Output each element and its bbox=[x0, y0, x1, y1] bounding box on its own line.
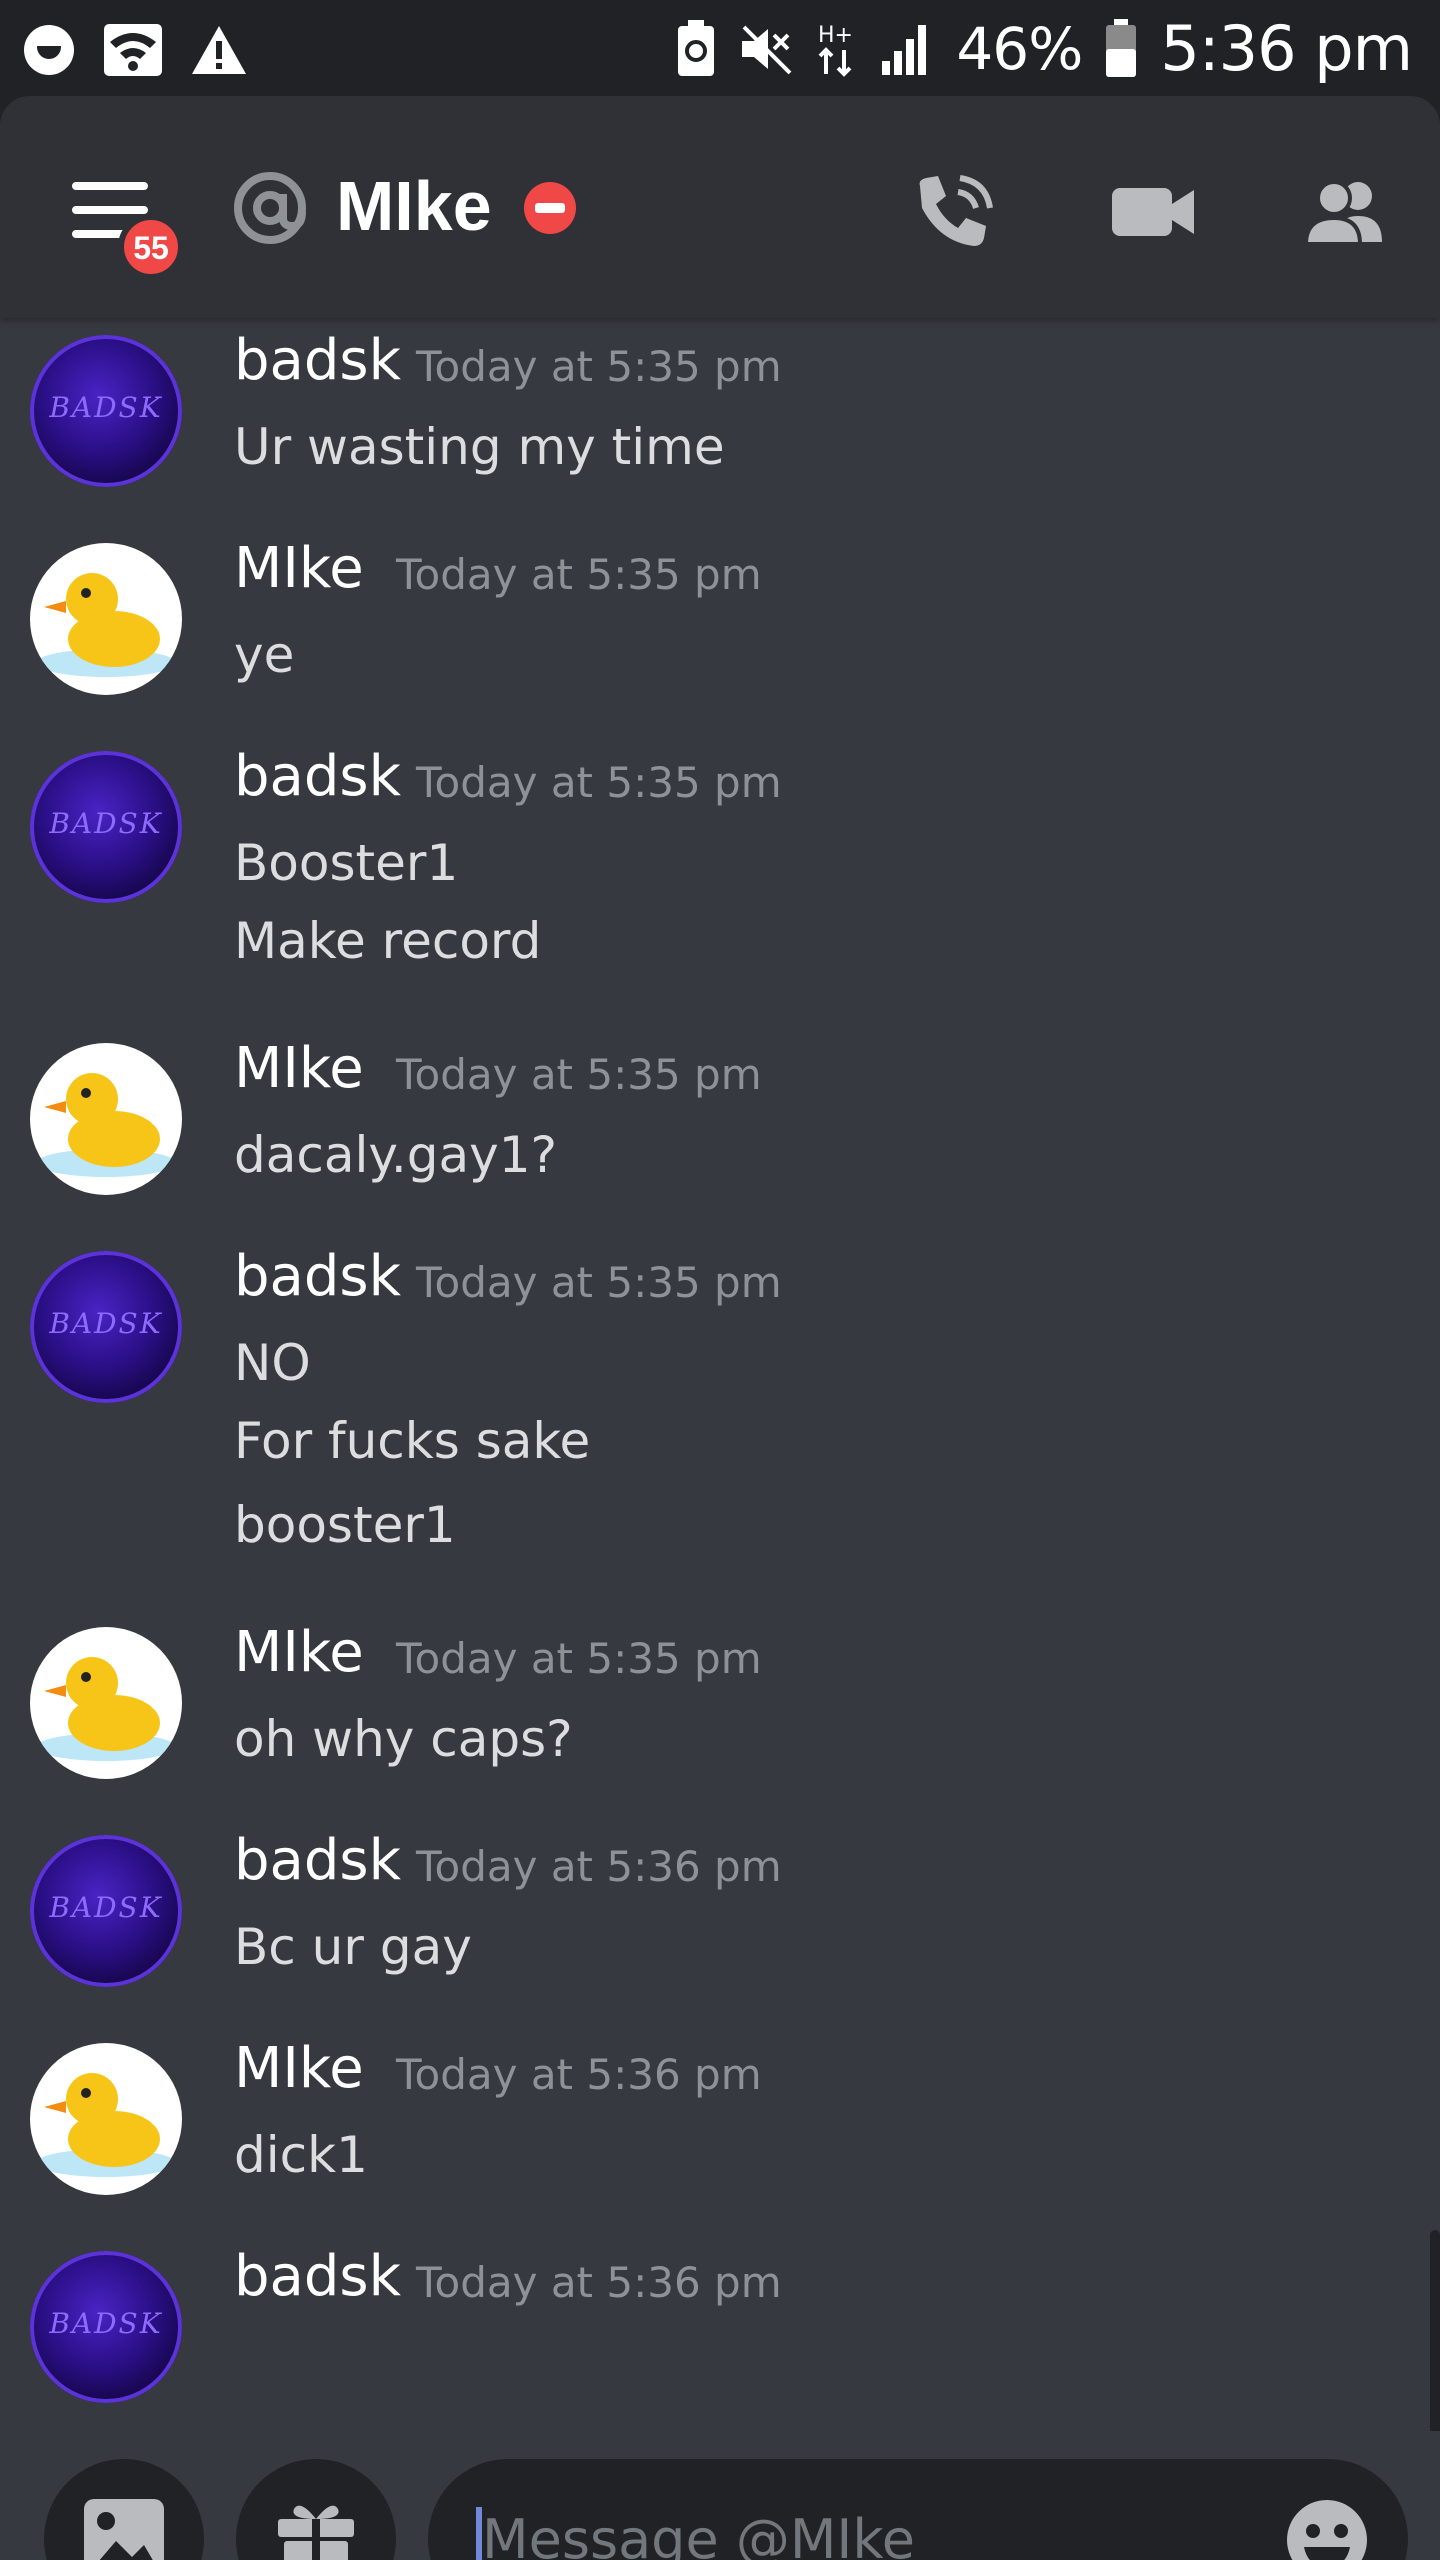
avatar[interactable]: BADSK bbox=[30, 2251, 182, 2403]
avatar[interactable] bbox=[30, 1627, 182, 1779]
avatar[interactable]: BADSK bbox=[30, 335, 182, 487]
battery-saver-icon bbox=[678, 20, 715, 76]
battery-percent: 46% bbox=[956, 15, 1083, 83]
message-timestamp: Today at 5:35 pm bbox=[416, 1258, 782, 1307]
members-icon[interactable] bbox=[1300, 172, 1390, 252]
emoji-icon[interactable] bbox=[1282, 2495, 1372, 2560]
gift-button[interactable] bbox=[236, 2459, 396, 2560]
message-author[interactable]: badsk bbox=[234, 1826, 401, 1896]
alert-icon bbox=[192, 26, 246, 74]
message-text: Ur wasting my time bbox=[234, 418, 725, 476]
message-text: dick1 bbox=[234, 2126, 368, 2184]
unread-badge: 55 bbox=[118, 214, 184, 280]
at-icon bbox=[234, 172, 306, 244]
message-timestamp: Today at 5:35 pm bbox=[416, 342, 782, 391]
message-timestamp: Today at 5:35 pm bbox=[396, 550, 762, 599]
svg-text:H+: H+ bbox=[818, 23, 853, 48]
message-text: booster1 bbox=[234, 1496, 456, 1554]
avatar[interactable] bbox=[30, 543, 182, 695]
signal-icon bbox=[882, 25, 927, 75]
channel-header: 55 MIke bbox=[0, 96, 1440, 318]
message-timestamp: Today at 5:35 pm bbox=[416, 758, 782, 807]
clock: 5:36 pm bbox=[1160, 12, 1413, 85]
message-text: NO bbox=[234, 1334, 311, 1392]
image-icon bbox=[84, 2499, 164, 2560]
scrollbar-thumb[interactable] bbox=[1430, 2230, 1440, 2431]
gift-icon bbox=[278, 2505, 354, 2560]
avatar[interactable]: BADSK bbox=[30, 751, 182, 903]
avatar[interactable] bbox=[30, 2043, 182, 2195]
message-timestamp: Today at 5:36 pm bbox=[396, 2050, 762, 2099]
message-author[interactable]: MIke bbox=[234, 1034, 364, 1104]
face-icon bbox=[24, 25, 74, 75]
message-timestamp: Today at 5:36 pm bbox=[416, 1842, 782, 1891]
dnd-status-icon bbox=[524, 182, 576, 234]
message-input[interactable]: Message @MIke bbox=[428, 2459, 1408, 2560]
avatar[interactable]: BADSK bbox=[30, 1251, 182, 1403]
message-timestamp: Today at 5:35 pm bbox=[396, 1050, 762, 1099]
message-author[interactable]: MIke bbox=[234, 534, 364, 604]
message-text: Bc ur gay bbox=[234, 1918, 472, 1976]
message-text: dacaly.gay1? bbox=[234, 1126, 558, 1184]
attach-image-button[interactable] bbox=[44, 2459, 204, 2560]
message-input-placeholder: Message @MIke bbox=[482, 2508, 915, 2560]
duck-icon bbox=[36, 2073, 176, 2177]
message-text: ye bbox=[234, 626, 295, 684]
duck-icon bbox=[36, 573, 176, 677]
mute-icon bbox=[742, 25, 792, 75]
battery-icon bbox=[1106, 19, 1137, 77]
message-list[interactable]: BADSK badsk Today at 5:35 pm Ur wasting … bbox=[0, 318, 1440, 2431]
composer-bar: Message @MIke bbox=[0, 2431, 1440, 2560]
wifi-icon bbox=[104, 24, 162, 76]
call-icon[interactable] bbox=[910, 172, 1000, 252]
video-icon[interactable] bbox=[1108, 172, 1198, 252]
duck-icon bbox=[36, 1657, 176, 1761]
avatar[interactable]: BADSK bbox=[30, 1835, 182, 1987]
avatar[interactable] bbox=[30, 1043, 182, 1195]
message-text: For fucks sake bbox=[234, 1412, 591, 1470]
screen: H+ 46% 5:36 pm 55 MIke BADSK badsk Today… bbox=[0, 0, 1440, 2560]
message-text: Make record bbox=[234, 912, 542, 970]
message-author[interactable]: badsk bbox=[234, 326, 401, 396]
message-author[interactable]: badsk bbox=[234, 2242, 401, 2312]
message-timestamp: Today at 5:36 pm bbox=[416, 2258, 782, 2307]
message-author[interactable]: MIke bbox=[234, 1618, 364, 1688]
message-text: Booster1 bbox=[234, 834, 459, 892]
channel-title[interactable]: MIke bbox=[336, 156, 492, 256]
message-timestamp: Today at 5:35 pm bbox=[396, 1634, 762, 1683]
duck-icon bbox=[36, 1073, 176, 1177]
message-author[interactable]: badsk bbox=[234, 742, 401, 812]
message-author[interactable]: MIke bbox=[234, 2034, 364, 2104]
dm-view: 55 MIke BADSK badsk Today at 5:35 pm Ur … bbox=[0, 96, 1440, 2560]
message-author[interactable]: badsk bbox=[234, 1242, 401, 1312]
data-transfer-icon: H+ bbox=[818, 23, 853, 77]
status-bar: H+ 46% 5:36 pm bbox=[0, 0, 1440, 96]
message-text: oh why caps? bbox=[234, 1710, 573, 1768]
